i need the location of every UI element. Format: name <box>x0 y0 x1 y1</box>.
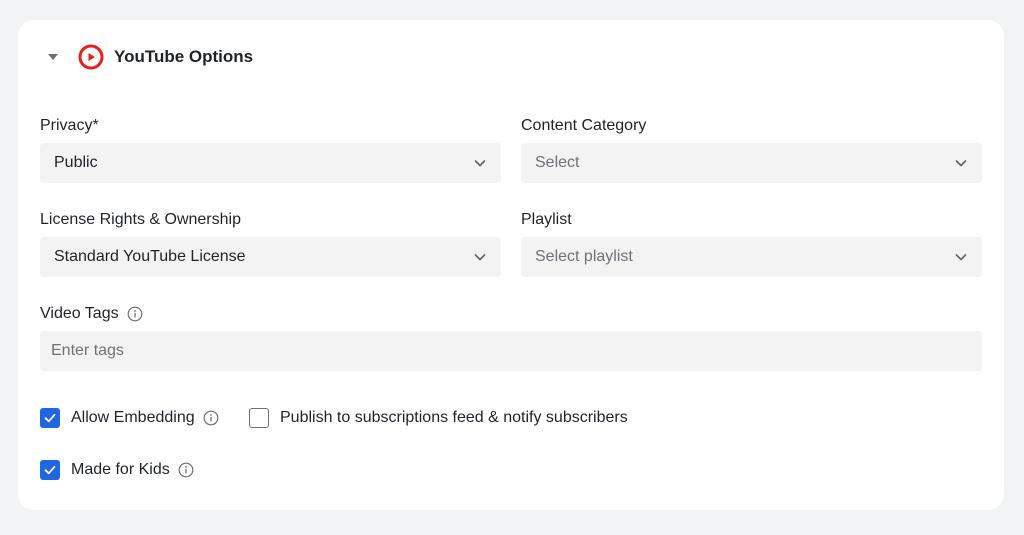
made-for-kids-option[interactable]: Made for Kids <box>40 459 194 481</box>
privacy-label: Privacy* <box>40 117 99 134</box>
chevron-down-icon <box>474 254 486 261</box>
content-category-select[interactable]: Select <box>521 143 982 183</box>
license-field: License Rights & Ownership Standard YouT… <box>40 210 501 277</box>
chevron-down-icon <box>955 254 967 261</box>
license-label: License Rights & Ownership <box>40 211 241 228</box>
collapse-caret-icon[interactable] <box>48 54 58 60</box>
allow-embedding-label: Allow Embedding <box>71 409 195 426</box>
info-icon[interactable] <box>127 306 143 322</box>
publish-feed-checkbox[interactable] <box>249 408 269 428</box>
publish-feed-label: Publish to subscriptions feed & notify s… <box>280 409 628 426</box>
allow-embedding-option[interactable]: Allow Embedding <box>40 407 219 429</box>
privacy-select[interactable]: Public <box>40 143 501 183</box>
playlist-field: Playlist Select playlist <box>521 210 982 277</box>
content-category-placeholder: Select <box>535 154 580 171</box>
video-tags-placeholder: Enter tags <box>51 342 124 359</box>
video-tags-label: Video Tags <box>40 305 119 322</box>
info-icon[interactable] <box>178 462 194 478</box>
content-category-label: Content Category <box>521 117 647 134</box>
playlist-label: Playlist <box>521 211 572 228</box>
made-for-kids-label: Made for Kids <box>71 461 170 478</box>
section-header[interactable]: YouTube Options <box>48 42 253 72</box>
privacy-value: Public <box>54 154 98 171</box>
section-title: YouTube Options <box>114 47 254 66</box>
publish-feed-option[interactable]: Publish to subscriptions feed & notify s… <box>249 407 628 429</box>
checkmark-icon <box>44 413 56 423</box>
made-for-kids-checkbox[interactable] <box>40 460 60 480</box>
license-value: Standard YouTube License <box>54 248 246 265</box>
video-tags-input[interactable]: Enter tags <box>40 331 982 371</box>
content-category-field: Content Category Select <box>521 116 982 183</box>
allow-embedding-checkbox[interactable] <box>40 408 60 428</box>
chevron-down-icon <box>474 160 486 167</box>
checkmark-icon <box>44 465 56 475</box>
video-tags-label-row: Video Tags <box>40 304 982 324</box>
info-icon[interactable] <box>203 410 219 426</box>
youtube-options-card: YouTube Options Privacy* Public Content … <box>18 20 1004 510</box>
youtube-logo-icon <box>78 44 104 70</box>
playlist-select[interactable]: Select playlist <box>521 237 982 277</box>
privacy-field: Privacy* Public <box>40 116 501 183</box>
license-select[interactable]: Standard YouTube License <box>40 237 501 277</box>
video-tags-field: Video Tags Enter tags <box>40 304 982 371</box>
chevron-down-icon <box>955 160 967 167</box>
playlist-placeholder: Select playlist <box>535 248 633 265</box>
